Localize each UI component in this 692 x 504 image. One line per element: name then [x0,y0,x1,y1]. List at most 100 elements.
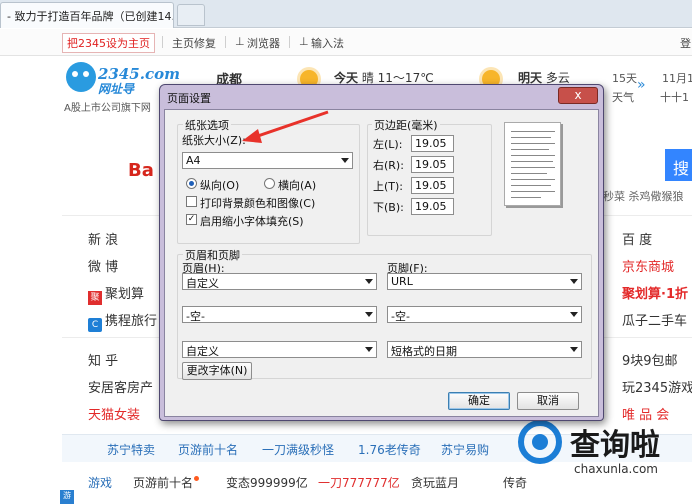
browser-link[interactable]: 浏览器 [247,35,280,51]
paper-size-select[interactable]: A4 [182,152,353,169]
chevron-down-icon [570,347,578,352]
dialog-title: 页面设置 [167,92,211,105]
margin-left-label: 左(L): [373,138,403,151]
ok-button[interactable]: 确定 [448,392,510,410]
juhuasuan-icon: 聚 [88,291,102,305]
watermark-url: chaxunla.com [574,462,658,476]
footer-select-3[interactable]: 短格式的日期 [387,341,582,358]
chevron-down-icon [365,279,373,284]
divider [225,36,226,48]
header-select-value: 自定义 [186,277,219,290]
site-link[interactable]: 知 乎 [88,350,118,369]
cancel-button[interactable]: 取消 [517,392,579,410]
paper-size-value: A4 [186,154,201,167]
new-tab-button[interactable] [177,4,205,26]
category-link[interactable]: 一刀满级秒怪 [262,441,334,458]
margin-bottom-input[interactable]: 19.05 [411,198,454,215]
portrait-label[interactable]: 纵向(O) [200,177,239,193]
print-background-label[interactable]: 打印背景颜色和图像(C) [200,195,315,211]
print-background-checkbox[interactable] [186,196,197,207]
hot-dot-icon [194,476,200,481]
tab-title: - 致力于打造百年品牌（已创建14... [7,10,174,23]
header-select-2[interactable]: -空- [182,306,377,323]
calendar-date: 11月1 [662,72,692,85]
browser-tab-active[interactable]: - 致力于打造百年品牌（已创建14... [0,2,174,28]
download-icon: ⊥ [235,35,245,48]
margin-left-input[interactable]: 19.05 [411,135,454,152]
login-link[interactable]: 登 [680,35,691,51]
margin-right-input[interactable]: 19.05 [411,156,454,173]
baidu-logo[interactable]: Ba [128,160,154,181]
footer-select-2[interactable]: -空- [387,306,582,323]
page-preview [504,122,561,206]
preview-line [511,179,555,180]
margin-bottom-label: 下(B): [373,201,404,214]
site-link[interactable]: 微 博 [88,256,118,275]
category-link[interactable]: 苏宁特卖 [107,441,155,458]
dialog-body: 纸张选项 纸张大小(Z): A4 纵向(O) 横向(A) 打印背景颜色和图像(C… [164,109,599,417]
close-icon[interactable]: x [558,87,598,104]
preview-line [511,143,555,144]
shrink-font-checkbox[interactable]: ✓ [186,214,197,225]
footer-select-1[interactable]: URL [387,273,582,290]
bottom-link[interactable]: 一刀777777亿 [318,474,400,491]
weather-tomorrow-label: 明天 [518,71,543,85]
margin-top-input[interactable]: 19.05 [411,177,454,194]
chevron-right-icon[interactable]: » [637,77,646,93]
site-link[interactable]: 安居客房产 [88,377,153,396]
calendar-lunar: 十十1 [660,91,689,104]
site-link-ctrip[interactable]: C 携程旅行 [88,310,157,332]
site-label: 携程旅行 [105,314,158,329]
site-link[interactable]: 天猫女装 [88,404,140,423]
search-button[interactable]: 搜 [665,149,692,181]
chevron-down-icon [365,312,373,317]
chevron-down-icon [365,347,373,352]
landscape-radio[interactable] [264,178,275,189]
input-method-link[interactable]: 输入法 [311,35,344,51]
portrait-radio[interactable] [186,178,197,189]
preview-line [511,137,551,138]
preview-line [511,161,553,162]
margin-right-label: 右(R): [373,159,404,172]
browser-tab-bar: - 致力于打造百年品牌（已创建14... [0,0,692,28]
paper-size-label: 纸张大小(Z): [182,134,246,147]
bottom-link[interactable]: 贪玩蓝月 [411,474,459,491]
site-link[interactable]: 京东商城 [622,256,674,275]
weather-15day[interactable]: 15天 [612,70,637,86]
weather-today-desc: 晴 11～17℃ [361,71,434,85]
preview-line [511,149,549,150]
shrink-font-label[interactable]: 启用缩小字体填充(S) [200,213,304,229]
category-link[interactable]: 苏宁易购 [441,441,489,458]
margins-title: 页边距(毫米) [372,117,440,133]
preview-line [511,197,541,198]
site-link[interactable]: 百 度 [622,229,652,248]
octopus-mascot-icon [66,62,96,92]
change-font-button[interactable]: 更改字体(N) [182,362,252,380]
chevron-down-icon [341,158,349,163]
footer-select-value: 短格式的日期 [391,345,457,358]
header-select-3[interactable]: 自定义 [182,341,377,358]
category-link[interactable]: 1.76老传奇 [358,441,421,458]
landscape-label[interactable]: 横向(A) [278,177,316,193]
page-setup-dialog: 页面设置 x 纸张选项 纸张大小(Z): A4 纵向(O) 横向(A) 打印背景… [159,84,604,421]
category-link[interactable]: 页游前十名 [178,441,238,458]
bottom-link-hot[interactable]: 页游前十名 [133,474,200,491]
site-link[interactable]: 玩2345游戏 [622,377,692,396]
ctrip-icon: C [88,318,102,332]
site-link[interactable]: 瓜子二手车 [622,310,687,329]
hot-words[interactable]: 秒菜 杀鸡儆猴狼 [603,188,684,204]
header-select-1[interactable]: 自定义 [182,273,377,290]
footer-select-value: -空- [391,310,410,323]
site-link[interactable]: 新 浪 [88,229,118,248]
bottom-link[interactable]: 游戏 [88,474,112,491]
site-link[interactable]: 聚划算·1折 [622,283,688,302]
bottom-link[interactable]: 传奇 [503,474,527,491]
home-fix-link[interactable]: 主页修复 [172,35,216,51]
side-tag-icon[interactable]: 游 [60,490,74,504]
site-link[interactable]: 9块9包邮 [622,350,678,369]
set-home-link[interactable]: 把2345设为主页 [62,33,155,53]
site-link-juhuasuan[interactable]: 聚聚划算 [88,283,144,305]
watermark-text: 查询啦 [570,428,660,463]
bottom-link[interactable]: 变态999999亿 [226,474,308,491]
chevron-down-icon [570,312,578,317]
